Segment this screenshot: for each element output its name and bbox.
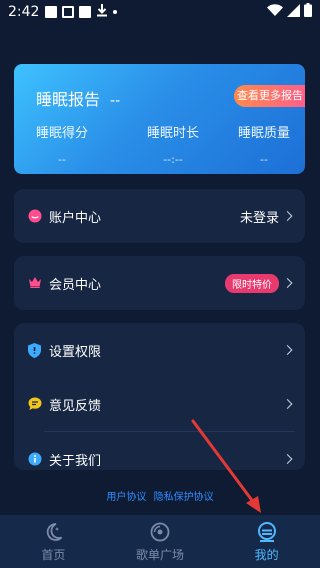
chevron-right-icon [282, 278, 293, 288]
privacy-policy-link[interactable]: 隐私保护协议 [154, 492, 214, 503]
report-title: 睡眠报告 -- [36, 86, 120, 110]
status-bar: 2:42 [0, 0, 320, 24]
sleep-report-card[interactable]: 睡眠报告 -- 查看更多报告 睡眠得分 -- 睡眠时长 --:-- 睡眠质量 -- [14, 64, 305, 174]
account-center-label: 账户中心 [49, 210, 102, 226]
chevron-right-icon [282, 454, 293, 464]
battery-icon [304, 3, 312, 21]
stat-label: 睡眠得分 [35, 126, 88, 141]
more-notifications-icon [113, 10, 118, 14]
permissions-row[interactable]: 设置权限 [14, 323, 305, 377]
chat-icon [28, 397, 42, 411]
chevron-right-icon [282, 345, 293, 355]
smiley-icon [28, 209, 42, 223]
info-icon [28, 452, 42, 466]
membership-center-row[interactable]: 会员中心 限时特价 [14, 256, 305, 310]
user-agreement-link[interactable]: 用户协议 [106, 492, 146, 503]
membership-center-label: 会员中心 [49, 277, 102, 293]
notification-icon [45, 6, 58, 18]
profile-icon [256, 521, 278, 543]
image-icon [62, 6, 75, 18]
nav-home-label: 首页 [41, 547, 66, 562]
stat-label: 睡眠质量 [237, 126, 290, 141]
account-card: 账户中心 未登录 [14, 189, 305, 243]
agreement-links: 用户协议 隐私保护协议 [0, 488, 320, 503]
stat-label: 睡眠时长 [146, 126, 199, 141]
signal-icon [287, 3, 300, 21]
status-time: 2:42 [8, 4, 40, 20]
stat-value: -- [58, 153, 66, 166]
crown-icon [28, 276, 42, 290]
view-more-reports-button[interactable]: 查看更多报告 [234, 85, 305, 107]
calendar-icon [79, 6, 92, 18]
report-title-value: -- [110, 93, 121, 109]
notification-icons [45, 3, 118, 21]
about-us-row[interactable]: 关于我们 [14, 432, 305, 470]
feedback-label: 意见反馈 [49, 398, 102, 414]
report-title-text: 睡眠报告 [36, 90, 101, 109]
chevron-right-icon [282, 399, 293, 409]
moon-icon [42, 521, 64, 543]
stat-value: --:-- [163, 153, 183, 166]
nav-mine[interactable]: 我的 [213, 515, 320, 568]
bottom-nav: 首页 歌单广场 我的 [0, 515, 320, 568]
stat-sleep-quality: 睡眠质量 -- [218, 122, 305, 166]
chevron-right-icon [282, 211, 293, 221]
membership-card: 会员中心 限时特价 [14, 256, 305, 310]
nav-mine-label: 我的 [254, 547, 279, 562]
system-icons [267, 3, 312, 21]
limited-offer-badge: 限时特价 [225, 273, 279, 293]
stat-sleep-duration: 睡眠时长 --:-- [127, 122, 219, 166]
account-center-row[interactable]: 账户中心 未登录 [14, 189, 305, 243]
nav-home[interactable]: 首页 [0, 515, 107, 568]
download-icon [96, 3, 108, 21]
login-status: 未登录 [239, 210, 279, 226]
stat-value: -- [260, 153, 268, 166]
settings-card: 设置权限 意见反馈 关于我们 [14, 323, 305, 470]
shield-icon [28, 343, 42, 358]
feedback-row[interactable]: 意见反馈 [14, 377, 305, 431]
permissions-label: 设置权限 [49, 344, 102, 360]
nav-playlist-label: 歌单广场 [136, 547, 185, 562]
wifi-icon [267, 4, 283, 20]
disc-icon [149, 521, 171, 543]
nav-playlist-square[interactable]: 歌单广场 [107, 515, 214, 568]
stat-sleep-score: 睡眠得分 -- [16, 122, 108, 166]
about-us-label: 关于我们 [49, 453, 102, 469]
